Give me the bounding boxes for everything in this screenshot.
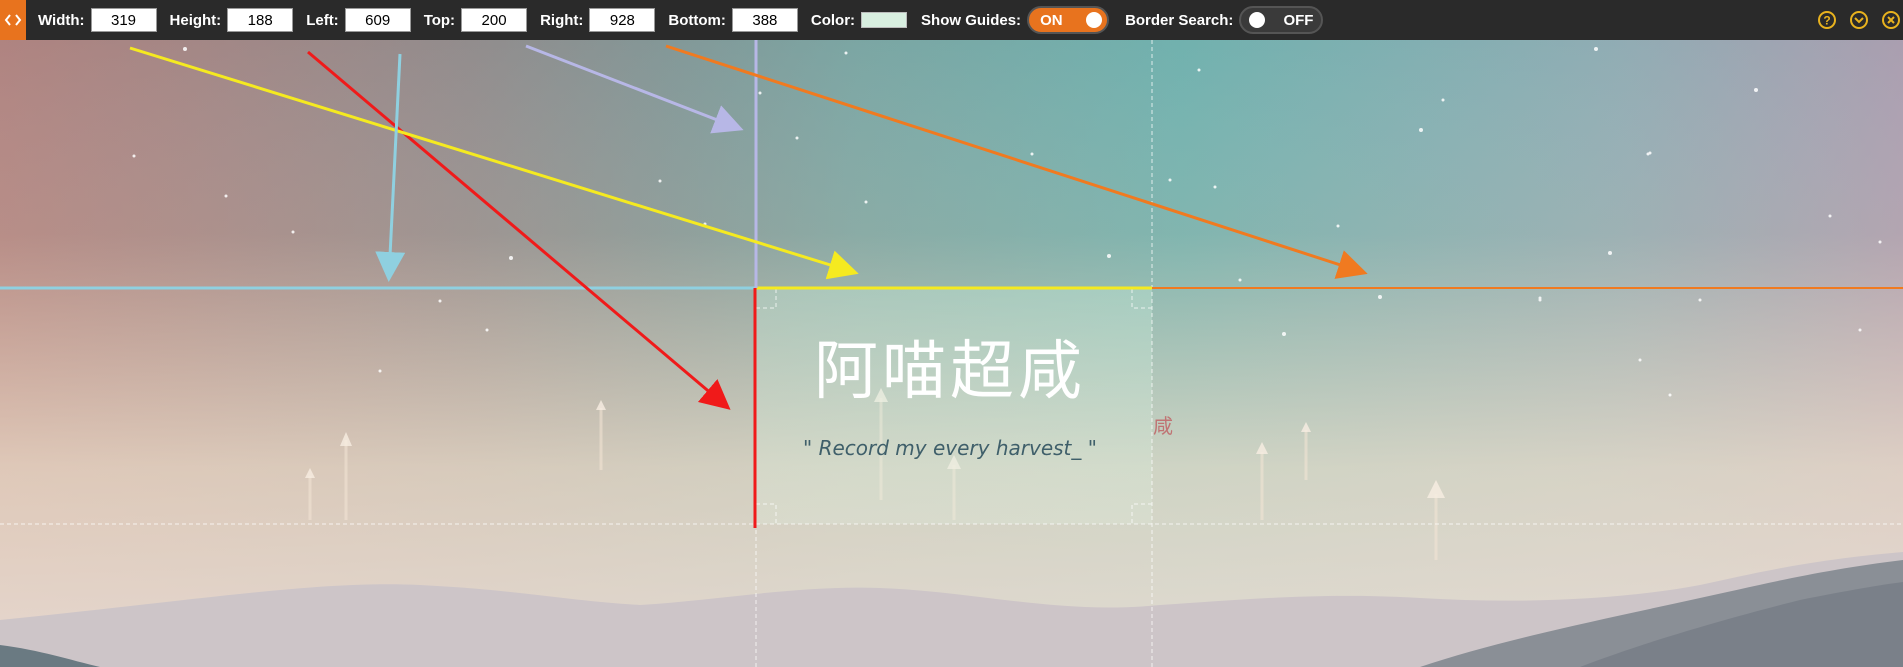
code-brackets-icon [4,14,22,26]
measurement-overlay [0,40,1903,667]
top-field[interactable] [461,8,528,32]
toggle-knob [1249,12,1266,28]
color-swatch[interactable] [861,12,908,28]
width-label: Width: [38,11,85,29]
right-label: Right: [540,11,584,29]
toggle-knob [1086,12,1103,28]
help-icon[interactable]: ? [1817,10,1837,30]
arrow-blue [375,53,406,282]
right-field[interactable] [589,8,656,32]
show-guides-toggle[interactable]: ON [1027,6,1110,34]
arrow-orange [665,44,1368,279]
color-label: Color: [810,11,856,29]
toolbar-handle[interactable] [0,0,26,40]
width-field[interactable] [90,8,157,32]
left-label: Left: [306,11,339,29]
measure-toolbar: Width: Height: Left: Top: Right: Bottom:… [0,0,1903,40]
bottom-label: Bottom: [668,11,726,29]
svg-text:?: ? [1823,14,1830,28]
border-search-state: OFF [1283,11,1314,29]
bottom-field[interactable] [731,8,798,32]
close-icon[interactable] [1881,10,1901,30]
left-field[interactable] [344,8,411,32]
show-guides-state: ON [1040,11,1063,29]
show-guides-label: Show Guides: [921,11,1022,29]
toolbar-actions: ? [1805,0,1903,40]
top-label: Top: [423,11,456,29]
collapse-icon[interactable] [1849,10,1869,30]
border-search-label: Border Search: [1125,11,1234,29]
arrow-yellow [129,46,859,280]
border-search-toggle[interactable]: OFF [1239,6,1324,34]
dashed-guides [0,40,1903,667]
arrow-red [307,50,731,410]
height-label: Height: [169,11,222,29]
height-field[interactable] [227,8,294,32]
